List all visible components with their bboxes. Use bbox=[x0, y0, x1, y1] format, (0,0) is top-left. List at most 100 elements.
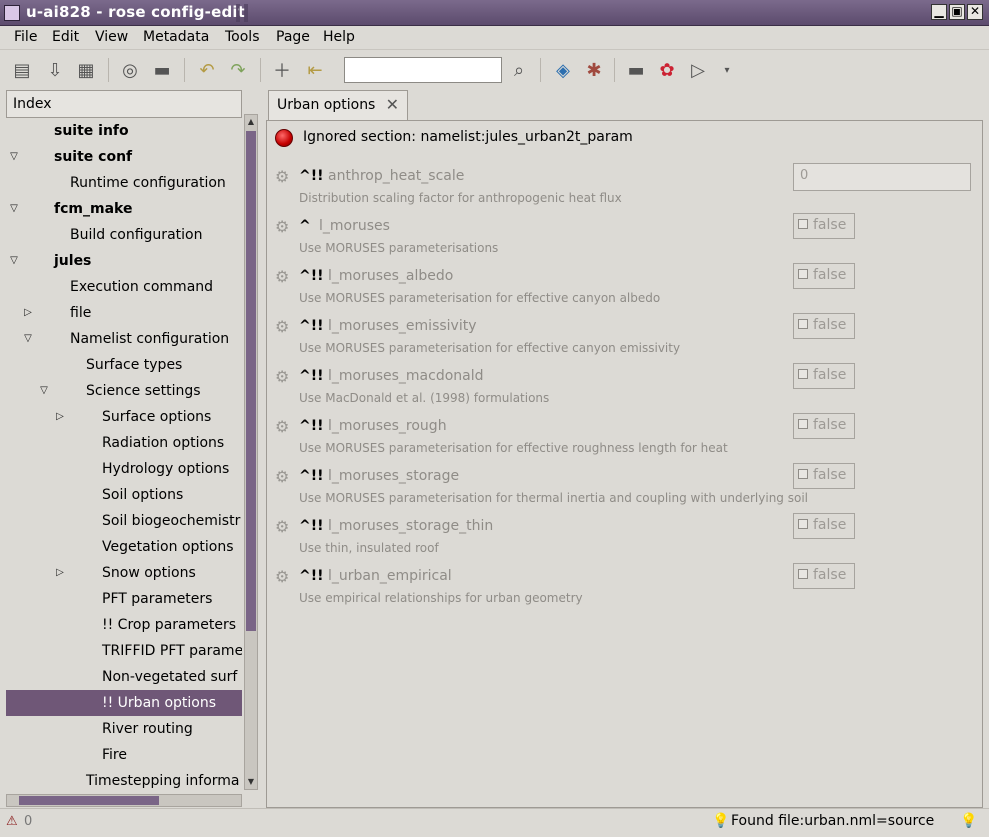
gear-icon[interactable]: ⚙ bbox=[275, 417, 289, 436]
lightbulb-icon[interactable]: 💡 bbox=[960, 813, 977, 829]
tree-item[interactable]: Soil options bbox=[6, 482, 242, 508]
tree-item[interactable]: PFT parameters bbox=[6, 586, 242, 612]
menu-edit[interactable]: Edit bbox=[52, 29, 79, 45]
scroll-down-icon[interactable]: ▼ bbox=[245, 775, 257, 789]
tree-item[interactable]: Soil biogeochemistr bbox=[6, 508, 242, 534]
option-toggle[interactable]: false bbox=[793, 263, 855, 289]
menu-view[interactable]: View bbox=[95, 29, 128, 45]
redo-icon[interactable]: ↷ bbox=[226, 58, 250, 82]
search-input[interactable] bbox=[344, 57, 502, 83]
gear-icon[interactable]: ⚙ bbox=[275, 467, 289, 486]
tree-item[interactable]: ▷ file bbox=[6, 300, 242, 326]
expand-arrow-icon[interactable]: ▽ bbox=[8, 196, 20, 222]
gear-icon[interactable]: ⚙ bbox=[275, 367, 289, 386]
graph-icon[interactable]: ✿ bbox=[655, 58, 679, 82]
gear-icon[interactable]: ⚙ bbox=[275, 167, 289, 186]
revert-icon[interactable]: ⇤ bbox=[303, 58, 327, 82]
expand-arrow-icon[interactable]: ▽ bbox=[8, 248, 20, 274]
tab-urban-options[interactable]: Urban options ✕ bbox=[268, 90, 408, 120]
tree-item[interactable]: Build configuration bbox=[6, 222, 242, 248]
toolbar-separator bbox=[108, 58, 109, 82]
menu-page[interactable]: Page bbox=[276, 29, 310, 45]
expand-arrow-icon[interactable]: ▽ bbox=[8, 144, 20, 170]
option-toggle[interactable]: false bbox=[793, 363, 855, 389]
option-row: ⚙ ^!! l_moruses_emissivity Use MORUSES para… bbox=[275, 313, 975, 367]
gear-icon[interactable]: ⚙ bbox=[275, 567, 289, 586]
option-toggle[interactable]: false bbox=[793, 563, 855, 589]
tree-item[interactable]: Timestepping informa bbox=[6, 768, 242, 794]
add-icon[interactable]: ＋ bbox=[270, 58, 294, 82]
toggle-value: false bbox=[813, 467, 847, 483]
undo-icon[interactable]: ↶ bbox=[195, 58, 219, 82]
option-toggle[interactable]: false bbox=[793, 213, 855, 239]
run-icon[interactable]: ▷ bbox=[686, 58, 710, 82]
tree-item[interactable]: TRIFFID PFT parame bbox=[6, 638, 242, 664]
run-dropdown-icon[interactable]: ▾ bbox=[715, 58, 739, 82]
tree-item-label: !! Crop parameters bbox=[102, 617, 237, 633]
index-horizontal-scrollbar[interactable] bbox=[6, 794, 242, 807]
gear-icon[interactable]: ⚙ bbox=[275, 317, 289, 336]
tree-item[interactable]: Execution command bbox=[6, 274, 242, 300]
tree-item[interactable]: ▷ Snow options bbox=[6, 560, 242, 586]
disc-icon[interactable]: ◎ bbox=[118, 58, 142, 82]
tree-item[interactable]: ▽ Science settings bbox=[6, 378, 242, 404]
tree-item[interactable]: Runtime configuration bbox=[6, 170, 242, 196]
gear-icon[interactable]: ⚙ bbox=[275, 267, 289, 286]
option-toggle[interactable]: false bbox=[793, 513, 855, 539]
scrollbar-thumb[interactable] bbox=[19, 796, 159, 805]
option-toggle[interactable]: false bbox=[793, 413, 855, 439]
close-window-button[interactable]: ✕ bbox=[967, 4, 983, 20]
folder-icon[interactable]: ▬ bbox=[150, 58, 174, 82]
gear-icon[interactable]: ⚙ bbox=[275, 217, 289, 236]
macro-icon[interactable]: ✱ bbox=[582, 58, 606, 82]
tree-item[interactable]: !! Urban options bbox=[6, 690, 242, 716]
index-tree: suite info ▽ suite conf Runtime configurati… bbox=[6, 118, 242, 798]
scrollbar-thumb[interactable] bbox=[246, 131, 256, 631]
collapse-arrow-icon[interactable]: ▷ bbox=[54, 404, 66, 430]
menu-file[interactable]: File bbox=[14, 29, 37, 45]
toggle-value: false bbox=[813, 317, 847, 333]
window-menu-icon[interactable] bbox=[4, 5, 20, 21]
tree-item[interactable]: suite info bbox=[6, 118, 242, 144]
tree-item[interactable]: !! Crop parameters bbox=[6, 612, 242, 638]
tree-item[interactable]: ▽ suite conf bbox=[6, 144, 242, 170]
tree-item[interactable]: Fire bbox=[6, 742, 242, 768]
tree-item-label: Timestepping informa bbox=[86, 773, 240, 789]
collapse-arrow-icon[interactable]: ▷ bbox=[54, 560, 66, 586]
expand-arrow-icon[interactable]: ▽ bbox=[38, 378, 50, 404]
tree-item[interactable]: Vegetation options bbox=[6, 534, 242, 560]
option-description: Use MacDonald et al. (1998) formulations bbox=[299, 391, 550, 405]
tree-item[interactable]: ▽ Namelist configuration bbox=[6, 326, 242, 352]
option-toggle[interactable]: false bbox=[793, 463, 855, 489]
find-binoculars-icon[interactable]: ⌕ bbox=[507, 58, 531, 82]
index-vertical-scrollbar[interactable]: ▲ ▼ bbox=[244, 114, 258, 790]
save-icon[interactable]: ⇩ bbox=[43, 58, 67, 82]
tree-item[interactable]: Hydrology options bbox=[6, 456, 242, 482]
tree-item-label: Science settings bbox=[86, 383, 201, 399]
minimize-button[interactable]: ▁ bbox=[931, 4, 947, 20]
tree-item[interactable]: ▷ Surface options bbox=[6, 404, 242, 430]
info-diamond-icon[interactable]: ◈ bbox=[551, 58, 575, 82]
tree-item[interactable]: ▽ jules bbox=[6, 248, 242, 274]
option-value-input[interactable]: 0 bbox=[793, 163, 971, 191]
menu-help[interactable]: Help bbox=[323, 29, 355, 45]
browse-folder-icon[interactable]: ▬ bbox=[624, 58, 648, 82]
tree-item[interactable]: Surface types bbox=[6, 352, 242, 378]
expand-arrow-icon[interactable]: ▽ bbox=[22, 326, 34, 352]
gear-icon[interactable]: ⚙ bbox=[275, 517, 289, 536]
tree-item[interactable]: River routing bbox=[6, 716, 242, 742]
menu-tools[interactable]: Tools bbox=[225, 29, 260, 45]
scroll-up-icon[interactable]: ▲ bbox=[245, 115, 257, 129]
check-icon[interactable]: ▦ bbox=[74, 58, 98, 82]
tree-item[interactable]: Non-vegetated surf bbox=[6, 664, 242, 690]
tree-item[interactable]: ▽ fcm_make bbox=[6, 196, 242, 222]
maximize-button[interactable]: ▣ bbox=[949, 4, 965, 20]
option-toggle[interactable]: false bbox=[793, 313, 855, 339]
open-icon[interactable]: ▤ bbox=[10, 58, 34, 82]
tree-item-label: River routing bbox=[102, 721, 193, 737]
tree-item-label: Vegetation options bbox=[102, 539, 234, 555]
menu-metadata[interactable]: Metadata bbox=[143, 29, 209, 45]
collapse-arrow-icon[interactable]: ▷ bbox=[22, 300, 34, 326]
close-tab-icon[interactable]: ✕ bbox=[386, 95, 399, 114]
tree-item[interactable]: Radiation options bbox=[6, 430, 242, 456]
